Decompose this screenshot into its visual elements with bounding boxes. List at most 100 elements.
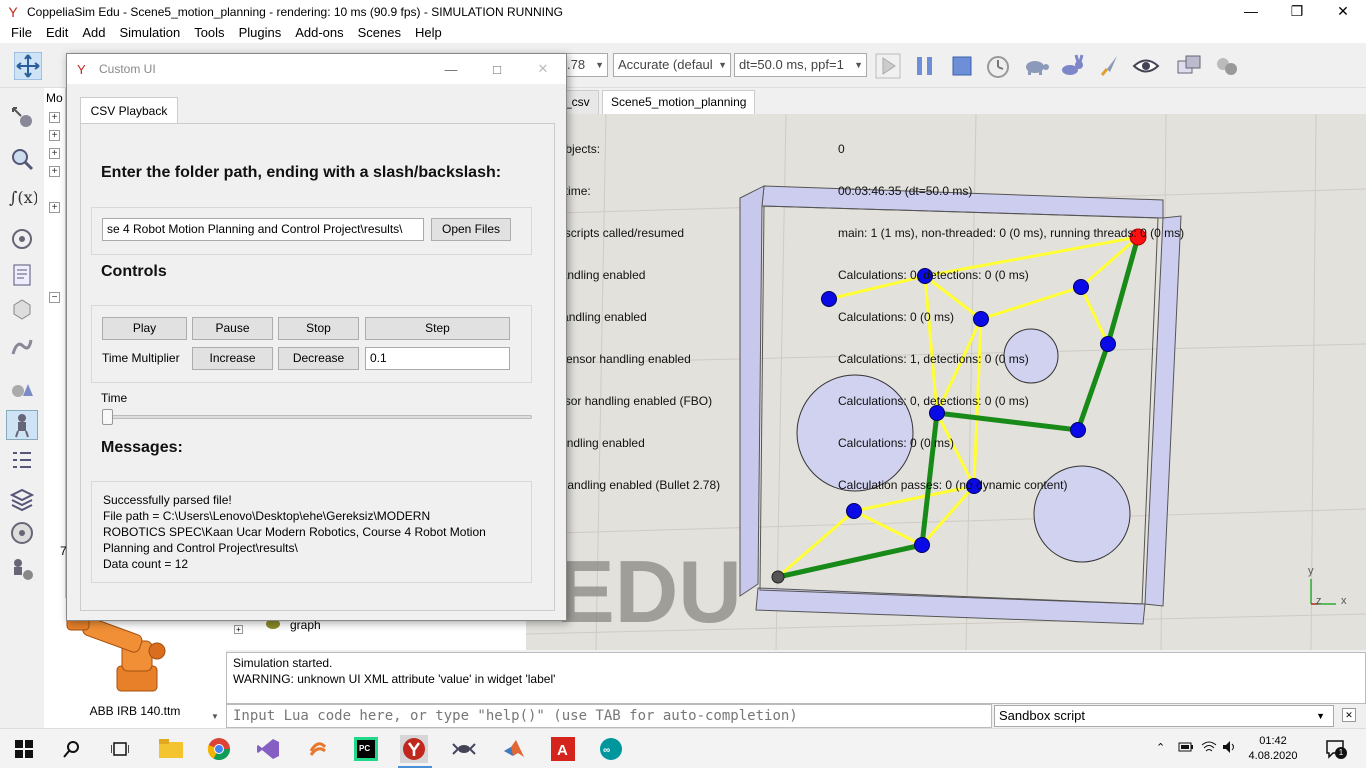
3d-scene-viewport[interactable]: EDU y z x ected objects: ulation t <box>526 114 1366 650</box>
maximize-button[interactable]: ❐ <box>1274 0 1320 23</box>
stop-simulation-icon[interactable] <box>948 52 976 80</box>
script-select[interactable]: Sandbox script ▼ <box>994 705 1334 727</box>
arduino-icon[interactable]: ∞ <box>597 735 625 763</box>
model-file-label[interactable]: ABB IRB 140.ttm <box>44 704 226 718</box>
zoom-magnifier-icon[interactable] <box>6 144 38 174</box>
model-browser-robot-icon[interactable] <box>6 410 38 440</box>
tab-csv-playback[interactable]: CSV Playback <box>80 97 178 124</box>
speed-up-rabbit-icon[interactable] <box>1058 52 1086 80</box>
shape-edit-icon[interactable] <box>6 294 38 324</box>
scene-selector-icon[interactable] <box>1213 52 1241 80</box>
menu-add[interactable]: Add <box>75 23 112 43</box>
menu-scenes[interactable]: Scenes <box>351 23 408 43</box>
menu-addons[interactable]: Add-ons <box>288 23 350 43</box>
time-slider-track[interactable] <box>102 415 532 419</box>
volume-icon[interactable] <box>1222 740 1238 757</box>
notification-center-icon[interactable]: 1 <box>1325 738 1347 763</box>
scene-hierarchy-list-icon[interactable] <box>6 446 38 476</box>
menu-edit[interactable]: Edit <box>39 23 75 43</box>
robot-spider-icon[interactable] <box>450 735 478 763</box>
windows-start-icon[interactable] <box>10 735 38 763</box>
menu-tools[interactable]: Tools <box>187 23 231 43</box>
visual-studio-icon[interactable] <box>254 735 282 763</box>
accuracy-select[interactable]: Accurate (defaul ▼ <box>613 53 731 77</box>
status-console: Simulation started. WARNING: unknown UI … <box>226 652 1366 704</box>
realtime-clock-icon[interactable] <box>984 52 1012 80</box>
wifi-icon[interactable] <box>1201 740 1217 757</box>
layers-icon[interactable] <box>6 484 38 514</box>
menu-help[interactable]: Help <box>408 23 449 43</box>
video-recorder-icon[interactable] <box>6 518 38 548</box>
dialog-close-button[interactable]: ✕ <box>520 61 566 77</box>
pycharm-icon[interactable]: PC <box>352 735 380 763</box>
increase-button[interactable]: Increase <box>192 347 273 370</box>
minimize-button[interactable]: — <box>1228 0 1274 23</box>
visualization-eye-icon[interactable] <box>1132 52 1160 80</box>
play-button[interactable]: Play <box>102 317 187 340</box>
calculation-module-icon[interactable]: ∫(x) <box>6 182 38 212</box>
tree-expand-icon[interactable]: + <box>49 202 60 213</box>
user-settings-icon[interactable] <box>6 554 38 584</box>
page-layers-icon[interactable] <box>1176 52 1204 80</box>
pause-button[interactable]: Pause <box>192 317 273 340</box>
clock-date: 4.08.2020 <box>1248 750 1298 762</box>
acrobat-icon[interactable]: A <box>549 735 577 763</box>
tray-chevron-up-icon[interactable]: ⌃ <box>1156 741 1165 754</box>
tab-motion-planning-scene[interactable]: Scene5_motion_planning <box>602 90 756 114</box>
solution-path-segment <box>777 542 923 580</box>
coppeliasim-taskbar-icon[interactable] <box>400 735 428 763</box>
console-line: Simulation started. <box>233 656 333 670</box>
menu-file[interactable]: File <box>4 23 39 43</box>
stop-button[interactable]: Stop <box>278 317 359 340</box>
matlab-icon[interactable] <box>500 735 528 763</box>
controls-heading: Controls <box>101 263 167 280</box>
start-simulation-icon[interactable] <box>874 52 902 80</box>
git-tool-icon[interactable] <box>304 735 332 763</box>
rocket-icon[interactable] <box>1096 52 1124 80</box>
time-slider-handle[interactable] <box>102 409 113 425</box>
tree-expand-icon[interactable]: + <box>49 130 60 141</box>
battery-icon[interactable] <box>1178 740 1194 757</box>
dialog-maximize-button[interactable]: □ <box>474 62 520 77</box>
axes-gizmo: y z x <box>1308 565 1347 607</box>
tree-expand-icon[interactable]: + <box>234 621 243 635</box>
chevron-down-icon: ▼ <box>595 60 604 70</box>
folder-path-input[interactable]: se 4 Robot Motion Planning and Control P… <box>102 218 424 241</box>
tree-expand-icon[interactable]: + <box>49 112 60 123</box>
primitive-shapes-icon[interactable] <box>6 374 38 404</box>
search-icon[interactable] <box>58 735 86 763</box>
decrease-button[interactable]: Decrease <box>278 347 359 370</box>
menu-simulation[interactable]: Simulation <box>113 23 188 43</box>
start-node-marker <box>771 570 785 584</box>
dialog-minimize-button[interactable]: — <box>428 62 474 77</box>
object-properties-icon[interactable] <box>6 102 38 132</box>
tree-expand-icon[interactable]: + <box>49 166 60 177</box>
pause-simulation-icon[interactable] <box>911 52 939 80</box>
path-edit-icon[interactable] <box>6 332 38 362</box>
console-line: WARNING: unknown UI XML attribute 'value… <box>233 672 556 686</box>
tree-collapse-icon[interactable]: − <box>49 292 60 303</box>
open-files-button[interactable]: Open Files <box>431 218 511 241</box>
menu-plugins[interactable]: Plugins <box>232 23 289 43</box>
time-multiplier-input[interactable]: 0.1 <box>365 347 510 370</box>
clear-console-icon[interactable]: ✕ <box>1342 708 1356 722</box>
window-title: CoppeliaSim Edu - Scene5_motion_planning… <box>27 4 564 19</box>
chrome-icon[interactable] <box>205 735 233 763</box>
script-icon[interactable] <box>6 260 38 290</box>
scroll-down-arrow-icon[interactable]: ▼ <box>208 712 222 726</box>
task-view-icon[interactable] <box>106 735 134 763</box>
step-button[interactable]: Step <box>365 317 510 340</box>
tree-expand-icon[interactable]: + <box>49 148 60 159</box>
info-value: Calculations: 0, detections: 0 (0 ms) <box>838 268 1029 282</box>
close-button[interactable]: ✕ <box>1320 0 1366 23</box>
lua-command-input[interactable]: Input Lua code here, or type "help()" (u… <box>226 704 992 728</box>
timestep-value: dt=50.0 ms, ppf=1 <box>739 57 844 72</box>
timestep-select[interactable]: dt=50.0 ms, ppf=1 ▼ <box>734 53 867 77</box>
collection-icon[interactable] <box>6 224 38 254</box>
messages-heading: Messages: <box>101 439 183 456</box>
slow-down-turtle-icon[interactable] <box>1022 52 1050 80</box>
file-explorer-icon[interactable] <box>157 735 185 763</box>
engine-version-select[interactable]: .78 ▼ <box>562 53 608 77</box>
system-clock[interactable]: 01:42 4.08.2020 <box>1238 734 1308 764</box>
camera-pan-icon[interactable] <box>14 52 42 80</box>
